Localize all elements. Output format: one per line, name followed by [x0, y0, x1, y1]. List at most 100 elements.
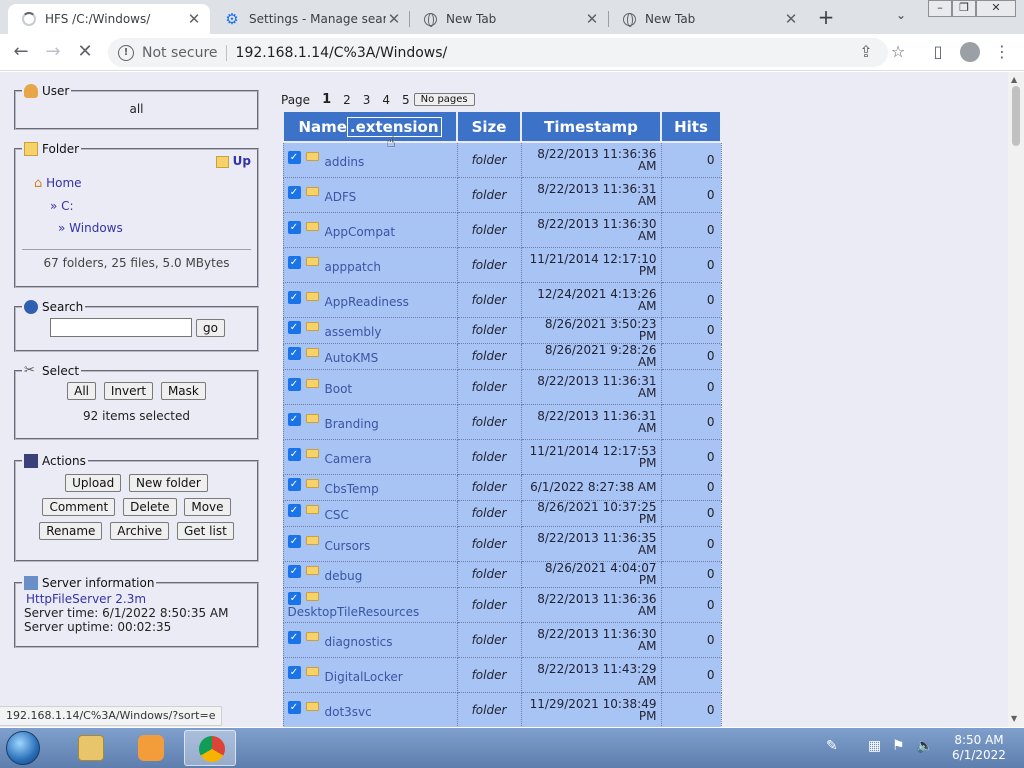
file-name-link[interactable]: AutoKMS	[325, 351, 379, 365]
windows-start-icon[interactable]	[6, 731, 40, 765]
col-name-header[interactable]: Name .extension	[282, 110, 458, 143]
select-mask-button[interactable]: Mask	[160, 382, 206, 400]
move-button[interactable]: Move	[184, 498, 231, 516]
warning-icon[interactable]: !	[118, 44, 134, 61]
row-checkbox[interactable]: ✓	[287, 478, 301, 491]
file-name-link[interactable]: Boot	[325, 382, 353, 396]
file-name-link[interactable]: dot3svc	[325, 705, 372, 719]
hfs-version-link[interactable]: HttpFileServer 2.3m	[26, 592, 251, 606]
back-icon[interactable]: ←	[10, 41, 32, 62]
col-timestamp-header[interactable]: Timestamp	[520, 110, 662, 143]
new-folder-button[interactable]: New folder	[129, 474, 208, 492]
row-checkbox[interactable]: ✓	[287, 700, 301, 714]
file-name-link[interactable]: Branding	[325, 417, 379, 431]
row-checkbox[interactable]: ✓	[287, 504, 301, 517]
bookmark-star-icon[interactable]: ☆	[888, 42, 908, 61]
action-center-flag-icon[interactable]: ⚑	[892, 738, 905, 754]
restore-button[interactable]: ❐	[952, 0, 976, 17]
close-icon[interactable]: ✕	[783, 10, 799, 28]
row-checkbox[interactable]: ✓	[287, 290, 301, 304]
file-name-link[interactable]: addins	[325, 155, 365, 169]
row-checkbox[interactable]: ✓	[287, 630, 301, 644]
tab-hfs[interactable]: HFS /C:/Windows/ ✕	[8, 4, 210, 34]
row-checkbox[interactable]: ✓	[287, 255, 301, 269]
file-name-link[interactable]: DesktopTileResources	[288, 605, 453, 619]
new-tab-button[interactable]: +	[816, 5, 836, 29]
col-hits-header[interactable]: Hits	[660, 110, 722, 143]
close-icon[interactable]: ✕	[584, 10, 600, 28]
file-name-link[interactable]: apppatch	[325, 260, 381, 274]
scroll-down-arrow-icon[interactable]: ▼	[1011, 714, 1017, 723]
tab-settings[interactable]: ⚙ Settings - Manage search ✕	[210, 4, 410, 34]
scroll-thumb[interactable]	[1012, 86, 1020, 146]
rename-button[interactable]: Rename	[39, 522, 103, 540]
path-c[interactable]: » C:	[50, 199, 251, 213]
row-checkbox[interactable]: ✓	[287, 412, 301, 426]
home-link[interactable]: ⌂ Home	[34, 176, 251, 191]
file-name-link[interactable]: CSC	[325, 508, 349, 522]
network-icon[interactable]: ▦	[868, 738, 881, 754]
tab-new-1[interactable]: New Tab ✕	[410, 4, 608, 34]
delete-button[interactable]: Delete	[123, 498, 177, 516]
file-name-link[interactable]: Cursors	[325, 539, 371, 553]
row-checkbox[interactable]: ✓	[287, 665, 301, 679]
col-size-header[interactable]: Size	[456, 110, 522, 143]
row-checkbox[interactable]: ✓	[287, 591, 301, 605]
row-checkbox[interactable]: ✓	[287, 220, 301, 234]
row-checkbox[interactable]: ✓	[287, 185, 301, 199]
file-name-link[interactable]: Camera	[325, 452, 372, 466]
select-invert-button[interactable]: Invert	[103, 382, 154, 400]
side-panel-icon[interactable]: ▯	[928, 42, 948, 61]
search-input[interactable]	[50, 318, 192, 337]
page-link-2[interactable]: 2	[343, 93, 351, 107]
taskbar-clock[interactable]: 8:50 AM 6/1/2022	[944, 733, 1014, 763]
tab-new-2[interactable]: New Tab ✕	[609, 4, 807, 34]
upload-button[interactable]: Upload	[65, 474, 122, 492]
row-checkbox[interactable]: ✓	[287, 347, 301, 360]
url-text[interactable]: 192.168.1.14/C%3A/Windows/	[236, 45, 448, 61]
share-icon[interactable]: ⇪	[856, 42, 876, 61]
file-name-link[interactable]: AppCompat	[325, 225, 396, 239]
not-secure-label[interactable]: Not secure	[142, 45, 218, 61]
row-checkbox[interactable]: ✓	[287, 377, 301, 391]
chrome-taskbar-button[interactable]	[184, 730, 236, 766]
archive-button[interactable]: Archive	[110, 522, 170, 540]
scroll-up-arrow-icon[interactable]: ▲	[1011, 75, 1017, 84]
file-name-link[interactable]: ADFS	[325, 190, 357, 204]
stop-icon[interactable]: ✕	[74, 41, 96, 62]
forward-icon[interactable]: →	[42, 41, 64, 62]
sort-name-link[interactable]: Name	[298, 118, 346, 136]
window-close-button[interactable]: ✕	[976, 0, 1016, 17]
media-player-taskbar-button[interactable]	[124, 730, 176, 766]
menu-dots-icon[interactable]: ⋮	[992, 42, 1012, 61]
row-checkbox[interactable]: ✓	[287, 534, 301, 548]
no-pages-button[interactable]: No pages	[413, 93, 475, 106]
tab-search-chevron-icon[interactable]: ⌄	[896, 8, 906, 22]
profile-icon[interactable]	[960, 42, 980, 62]
page-link-5[interactable]: 5	[402, 93, 410, 107]
close-icon[interactable]: ✕	[186, 10, 202, 28]
up-link[interactable]: Up	[22, 154, 251, 168]
file-name-link[interactable]: DigitalLocker	[325, 670, 403, 684]
row-checkbox[interactable]: ✓	[287, 321, 301, 334]
page-link-1[interactable]: 1	[322, 92, 331, 107]
minimize-button[interactable]: –	[928, 0, 952, 17]
page-scrollbar[interactable]: ▲ ▼	[1008, 72, 1024, 727]
row-checkbox[interactable]: ✓	[287, 447, 301, 461]
address-bar[interactable]: ! Not secure 192.168.1.14/C%3A/Windows/	[108, 38, 888, 67]
pen-tablet-icon[interactable]: ✎	[826, 738, 838, 754]
volume-icon[interactable]: 🔈	[916, 738, 933, 754]
page-link-3[interactable]: 3	[363, 93, 371, 107]
close-icon[interactable]: ✕	[386, 10, 402, 28]
path-windows[interactable]: » Windows	[58, 221, 251, 235]
file-name-link[interactable]: assembly	[325, 325, 382, 339]
select-all-button[interactable]: All	[67, 382, 97, 400]
get-list-button[interactable]: Get list	[176, 522, 234, 540]
file-name-link[interactable]: diagnostics	[325, 635, 393, 649]
file-name-link[interactable]: debug	[325, 569, 363, 583]
page-link-4[interactable]: 4	[382, 93, 390, 107]
row-checkbox[interactable]: ✓	[287, 565, 301, 578]
row-checkbox[interactable]: ✓	[287, 150, 301, 164]
explorer-taskbar-button[interactable]	[64, 730, 116, 766]
go-button[interactable]: go	[196, 318, 225, 337]
